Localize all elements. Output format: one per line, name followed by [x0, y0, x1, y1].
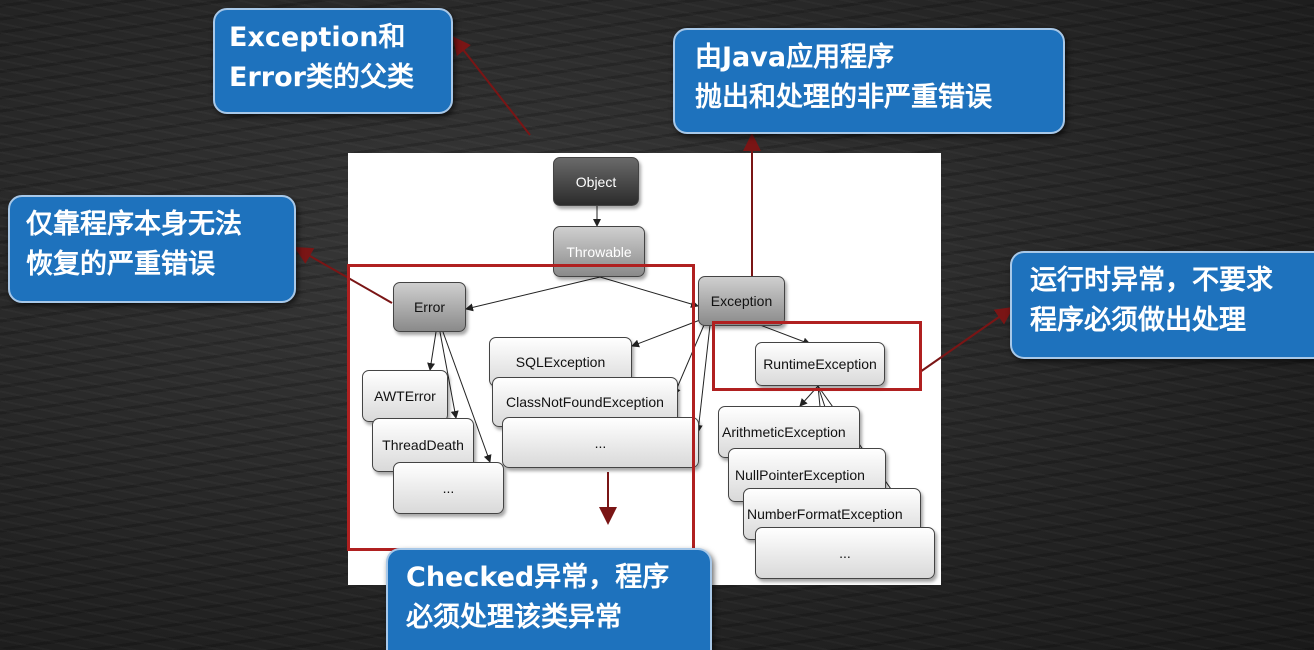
- connector-runtime: [919, 306, 1014, 373]
- callout-parent-line2: Error类的父类: [229, 62, 414, 93]
- arrow-exception-more: [694, 324, 711, 433]
- callout-runtime-line2: 程序必须做出处理: [1030, 305, 1246, 336]
- node-runtime-more: ...: [755, 527, 935, 579]
- callout-parent-class: Exception和 Error类的父类: [213, 8, 453, 114]
- checked-exceptions-frame: [347, 264, 695, 551]
- callout-checked-line2: 必须处理该类异常: [406, 602, 622, 633]
- callout-checked: Checked异常，程序 必须处理该类异常: [386, 548, 712, 650]
- callout-error-line2: 恢复的严重错误: [26, 249, 215, 280]
- connector-parent: [452, 36, 531, 136]
- callout-error: 仅靠程序本身无法 恢复的严重错误: [8, 195, 296, 303]
- callout-runtime: 运行时异常，不要求 程序必须做出处理: [1010, 251, 1314, 359]
- node-object: Object: [553, 157, 639, 206]
- callout-java-app-line2: 抛出和处理的非严重错误: [695, 82, 992, 113]
- node-exception: Exception: [698, 276, 785, 326]
- callout-parent-line1: Exception和: [229, 22, 406, 53]
- callout-checked-line1: Checked异常，程序: [406, 562, 670, 593]
- callout-java-app-line1: 由Java应用程序: [695, 42, 895, 73]
- callout-java-app: 由Java应用程序 抛出和处理的非严重错误: [673, 28, 1065, 134]
- callout-runtime-line1: 运行时异常，不要求: [1030, 265, 1273, 296]
- runtime-exception-frame: [712, 321, 922, 391]
- callout-error-line1: 仅靠程序本身无法: [26, 209, 242, 240]
